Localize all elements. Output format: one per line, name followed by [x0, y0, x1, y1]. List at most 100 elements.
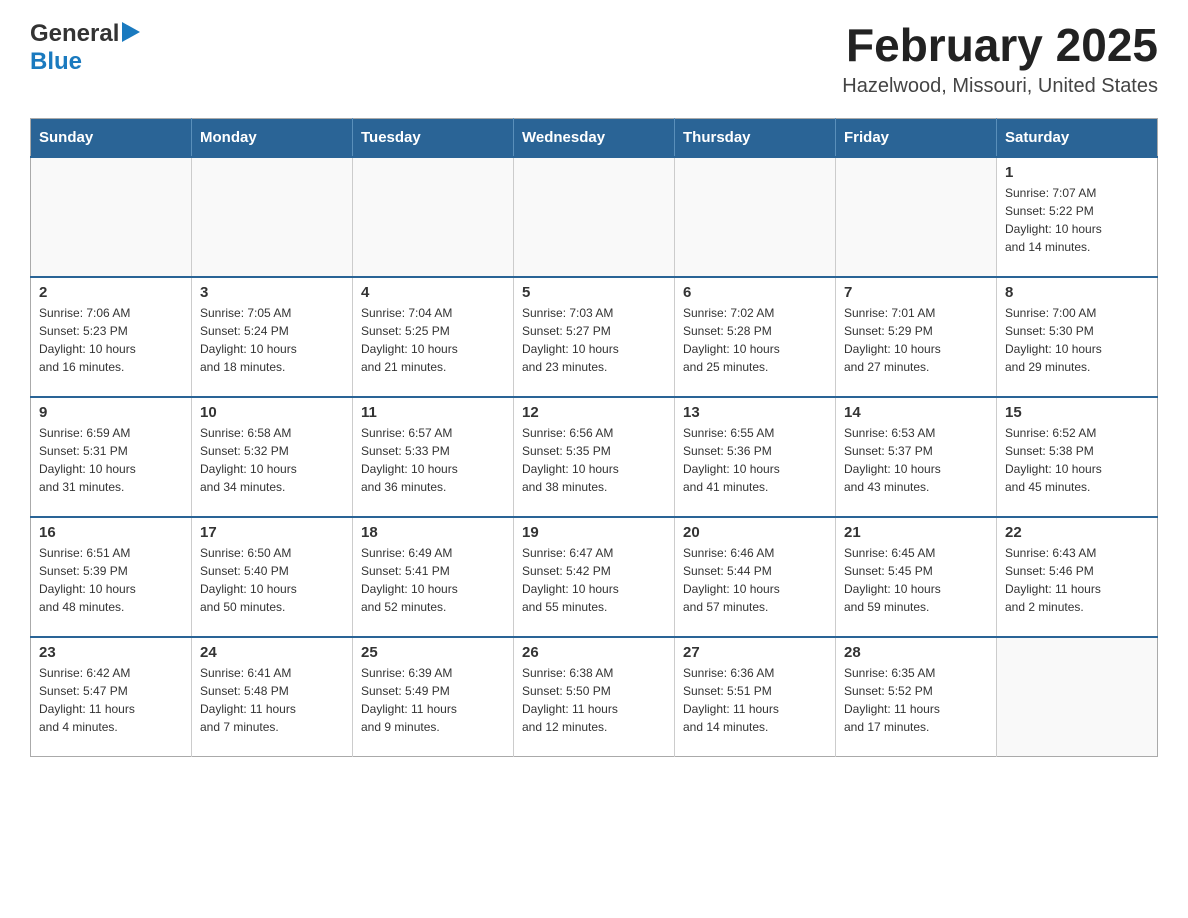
day-number: 19 — [522, 524, 666, 541]
calendar-day — [514, 157, 675, 277]
day-info: Sunrise: 6:53 AM Sunset: 5:37 PM Dayligh… — [844, 424, 988, 496]
calendar-day: 15 Sunrise: 6:52 AM Sunset: 5:38 PM Dayli… — [997, 397, 1158, 517]
weekday-header-sunday: Sunday — [31, 118, 192, 157]
calendar-day: 11 Sunrise: 6:57 AM Sunset: 5:33 PM Dayli… — [353, 397, 514, 517]
calendar-week-1: 1Sunrise: 7:07 AM Sunset: 5:22 PM Daylig… — [31, 157, 1158, 277]
day-info: Sunrise: 7:04 AM Sunset: 5:25 PM Dayligh… — [361, 304, 505, 376]
calendar-day: 20 Sunrise: 6:46 AM Sunset: 5:44 PM Dayli… — [675, 517, 836, 637]
calendar-day — [997, 637, 1158, 757]
calendar-day: 27 Sunrise: 6:36 AM Sunset: 5:51 PM Dayli… — [675, 637, 836, 757]
calendar-day: 14Sunrise: 6:53 AM Sunset: 5:37 PM Dayli… — [836, 397, 997, 517]
day-info: Sunrise: 6:47 AM Sunset: 5:42 PM Dayligh… — [522, 544, 666, 616]
calendar-day — [31, 157, 192, 277]
day-number: 2 — [39, 284, 183, 301]
calendar-day: 12 Sunrise: 6:56 AM Sunset: 5:35 PM Dayli… — [514, 397, 675, 517]
day-number: 12 — [522, 404, 666, 421]
calendar-day: 3Sunrise: 7:05 AM Sunset: 5:24 PM Daylig… — [192, 277, 353, 397]
weekday-header-row: SundayMondayTuesdayWednesdayThursdayFrid… — [31, 118, 1158, 157]
day-info: Sunrise: 6:39 AM Sunset: 5:49 PM Dayligh… — [361, 664, 505, 736]
day-number: 28 — [844, 644, 988, 661]
day-info: Sunrise: 6:35 AM Sunset: 5:52 PM Dayligh… — [844, 664, 988, 736]
day-info: Sunrise: 6:58 AM Sunset: 5:32 PM Dayligh… — [200, 424, 344, 496]
day-info: Sunrise: 6:36 AM Sunset: 5:51 PM Dayligh… — [683, 664, 827, 736]
day-info: Sunrise: 7:03 AM Sunset: 5:27 PM Dayligh… — [522, 304, 666, 376]
title-block: February 2025 Hazelwood, Missouri, Unite… — [842, 20, 1158, 98]
day-number: 10 — [200, 404, 344, 421]
calendar-day: 24 Sunrise: 6:41 AM Sunset: 5:48 PM Dayli… — [192, 637, 353, 757]
calendar-table: SundayMondayTuesdayWednesdayThursdayFrid… — [30, 118, 1158, 758]
day-number: 7 — [844, 284, 988, 301]
calendar-day: 1Sunrise: 7:07 AM Sunset: 5:22 PM Daylig… — [997, 157, 1158, 277]
calendar-day: 2 Sunrise: 7:06 AM Sunset: 5:23 PM Daylig… — [31, 277, 192, 397]
day-number: 13 — [683, 404, 827, 421]
day-info: Sunrise: 7:00 AM Sunset: 5:30 PM Dayligh… — [1005, 304, 1149, 376]
day-info: Sunrise: 6:43 AM Sunset: 5:46 PM Dayligh… — [1005, 544, 1149, 616]
day-number: 20 — [683, 524, 827, 541]
calendar-day: 19 Sunrise: 6:47 AM Sunset: 5:42 PM Dayli… — [514, 517, 675, 637]
calendar-week-5: 23 Sunrise: 6:42 AM Sunset: 5:47 PM Dayli… — [31, 637, 1158, 757]
calendar-day: 23 Sunrise: 6:42 AM Sunset: 5:47 PM Dayli… — [31, 637, 192, 757]
calendar-day: 17 Sunrise: 6:50 AM Sunset: 5:40 PM Dayli… — [192, 517, 353, 637]
day-info: Sunrise: 6:42 AM Sunset: 5:47 PM Dayligh… — [39, 664, 183, 736]
day-number: 16 — [39, 524, 183, 541]
calendar-day: 22Sunrise: 6:43 AM Sunset: 5:46 PM Dayli… — [997, 517, 1158, 637]
weekday-header-thursday: Thursday — [675, 118, 836, 157]
day-number: 15 — [1005, 404, 1149, 421]
day-info: Sunrise: 6:59 AM Sunset: 5:31 PM Dayligh… — [39, 424, 183, 496]
calendar-header: SundayMondayTuesdayWednesdayThursdayFrid… — [31, 118, 1158, 157]
weekday-header-monday: Monday — [192, 118, 353, 157]
calendar-day — [192, 157, 353, 277]
day-info: Sunrise: 6:46 AM Sunset: 5:44 PM Dayligh… — [683, 544, 827, 616]
day-info: Sunrise: 6:52 AM Sunset: 5:38 PM Dayligh… — [1005, 424, 1149, 496]
calendar-day: 26Sunrise: 6:38 AM Sunset: 5:50 PM Dayli… — [514, 637, 675, 757]
day-info: Sunrise: 7:01 AM Sunset: 5:29 PM Dayligh… — [844, 304, 988, 376]
logo: General Blue — [30, 20, 140, 76]
day-info: Sunrise: 6:57 AM Sunset: 5:33 PM Dayligh… — [361, 424, 505, 496]
day-info: Sunrise: 6:56 AM Sunset: 5:35 PM Dayligh… — [522, 424, 666, 496]
calendar-day: 16 Sunrise: 6:51 AM Sunset: 5:39 PM Dayli… — [31, 517, 192, 637]
calendar-week-4: 16 Sunrise: 6:51 AM Sunset: 5:39 PM Dayli… — [31, 517, 1158, 637]
weekday-header-wednesday: Wednesday — [514, 118, 675, 157]
calendar-week-3: 9 Sunrise: 6:59 AM Sunset: 5:31 PM Daylig… — [31, 397, 1158, 517]
calendar-day: 28 Sunrise: 6:35 AM Sunset: 5:52 PM Dayli… — [836, 637, 997, 757]
calendar-week-2: 2 Sunrise: 7:06 AM Sunset: 5:23 PM Daylig… — [31, 277, 1158, 397]
day-info: Sunrise: 7:06 AM Sunset: 5:23 PM Dayligh… — [39, 304, 183, 376]
day-number: 11 — [361, 404, 505, 421]
day-info: Sunrise: 6:41 AM Sunset: 5:48 PM Dayligh… — [200, 664, 344, 736]
day-number: 18 — [361, 524, 505, 541]
calendar-day — [675, 157, 836, 277]
weekday-header-friday: Friday — [836, 118, 997, 157]
day-info: Sunrise: 7:07 AM Sunset: 5:22 PM Dayligh… — [1005, 184, 1149, 256]
day-number: 9 — [39, 404, 183, 421]
weekday-header-tuesday: Tuesday — [353, 118, 514, 157]
day-info: Sunrise: 6:55 AM Sunset: 5:36 PM Dayligh… — [683, 424, 827, 496]
day-number: 23 — [39, 644, 183, 661]
weekday-header-saturday: Saturday — [997, 118, 1158, 157]
page-title: February 2025 — [842, 20, 1158, 71]
calendar-day: 5 Sunrise: 7:03 AM Sunset: 5:27 PM Daylig… — [514, 277, 675, 397]
calendar-day: 21 Sunrise: 6:45 AM Sunset: 5:45 PM Dayli… — [836, 517, 997, 637]
day-info: Sunrise: 7:05 AM Sunset: 5:24 PM Dayligh… — [200, 304, 344, 376]
calendar-day: 9 Sunrise: 6:59 AM Sunset: 5:31 PM Daylig… — [31, 397, 192, 517]
calendar-day: 4 Sunrise: 7:04 AM Sunset: 5:25 PM Daylig… — [353, 277, 514, 397]
page-header: General Blue February 2025 Hazelwood, Mi… — [30, 20, 1158, 98]
day-number: 4 — [361, 284, 505, 301]
calendar-body: 1Sunrise: 7:07 AM Sunset: 5:22 PM Daylig… — [31, 157, 1158, 757]
day-number: 17 — [200, 524, 344, 541]
day-info: Sunrise: 6:50 AM Sunset: 5:40 PM Dayligh… — [200, 544, 344, 616]
day-info: Sunrise: 6:49 AM Sunset: 5:41 PM Dayligh… — [361, 544, 505, 616]
logo-arrow-icon — [122, 22, 140, 47]
day-number: 21 — [844, 524, 988, 541]
calendar-day — [836, 157, 997, 277]
page-subtitle: Hazelwood, Missouri, United States — [842, 75, 1158, 98]
day-number: 27 — [683, 644, 827, 661]
day-number: 8 — [1005, 284, 1149, 301]
day-number: 5 — [522, 284, 666, 301]
logo-blue-text: Blue — [30, 48, 82, 75]
day-number: 24 — [200, 644, 344, 661]
day-info: Sunrise: 6:51 AM Sunset: 5:39 PM Dayligh… — [39, 544, 183, 616]
calendar-day: 7 Sunrise: 7:01 AM Sunset: 5:29 PM Daylig… — [836, 277, 997, 397]
day-info: Sunrise: 6:38 AM Sunset: 5:50 PM Dayligh… — [522, 664, 666, 736]
day-info: Sunrise: 6:45 AM Sunset: 5:45 PM Dayligh… — [844, 544, 988, 616]
day-number: 25 — [361, 644, 505, 661]
